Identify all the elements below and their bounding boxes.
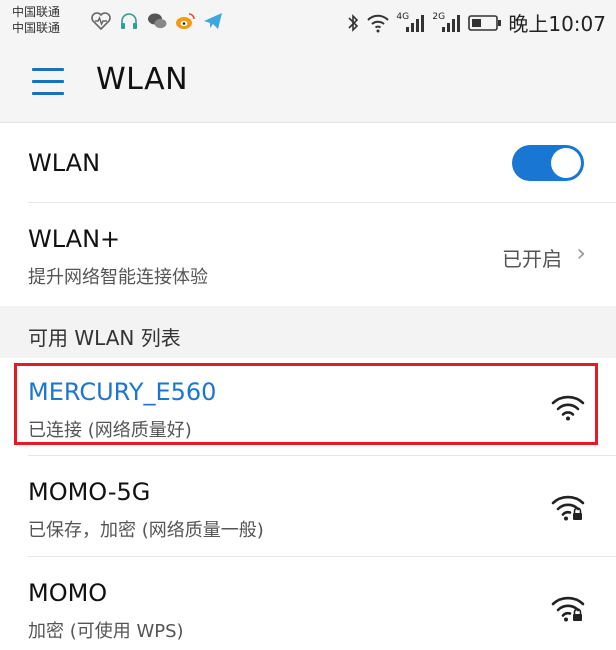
wlan-plus-row[interactable]: WLAN+ 提升网络智能连接体验 已开启 ›	[0, 203, 616, 306]
weibo-icon	[176, 13, 195, 29]
wlan-plus-status: 已开启	[502, 247, 562, 271]
section-title: 可用 WLAN 列表	[28, 326, 181, 350]
app-bar: WLAN	[0, 46, 616, 123]
battery-icon	[468, 14, 502, 31]
status-right: 4G 2G 晚上10:07	[346, 8, 606, 37]
highlight-box	[14, 363, 598, 445]
status-bar: 中国联通 中国联通 4G 2G 晚上10:07	[0, 0, 616, 46]
network-ssid: MOMO	[28, 579, 108, 607]
signal-2g-bars	[442, 14, 461, 32]
bluetooth-icon	[348, 13, 359, 32]
signal-4g-bars	[406, 14, 425, 32]
headset-icon	[121, 13, 137, 29]
wifi-locked-icon	[551, 495, 585, 521]
wlan-toggle-row[interactable]: WLAN	[0, 123, 616, 203]
switch-knob	[551, 148, 581, 178]
chevron-right-icon: ›	[576, 239, 586, 267]
wlan-toggle-label: WLAN	[28, 149, 101, 177]
carrier-labels: 中国联通 中国联通	[12, 4, 60, 36]
network-status: 加密 (可使用 WPS)	[28, 621, 184, 642]
signal-4g-icon: 4G	[396, 12, 426, 34]
wifi-locked-icon	[551, 596, 585, 622]
notification-icons	[90, 10, 224, 32]
wechat-icon	[148, 13, 167, 29]
wifi-icon	[367, 14, 390, 32]
network-status: 已保存，加密 (网络质量一般)	[28, 520, 264, 541]
wlan-plus-subtitle: 提升网络智能连接体验	[28, 267, 208, 288]
available-networks-header: 可用 WLAN 列表	[0, 306, 616, 358]
wlan-switch[interactable]	[512, 145, 584, 181]
status-time: 晚上10:07	[508, 12, 606, 36]
signal-2g-icon: 2G	[432, 12, 462, 34]
carrier-label-1: 中国联通	[12, 5, 61, 19]
wlan-plus-title: WLAN+	[28, 225, 121, 253]
page-title: WLAN	[96, 62, 189, 97]
network-row[interactable]: MOMO 加密 (可使用 WPS)	[0, 557, 616, 650]
heart-monitor-icon	[91, 12, 111, 31]
telegram-icon	[204, 13, 222, 29]
network-ssid: MOMO-5G	[28, 478, 151, 506]
menu-icon[interactable]	[32, 68, 64, 98]
carrier-label-2: 中国联通	[12, 21, 61, 35]
network-row[interactable]: MOMO-5G 已保存，加密 (网络质量一般)	[0, 456, 616, 557]
